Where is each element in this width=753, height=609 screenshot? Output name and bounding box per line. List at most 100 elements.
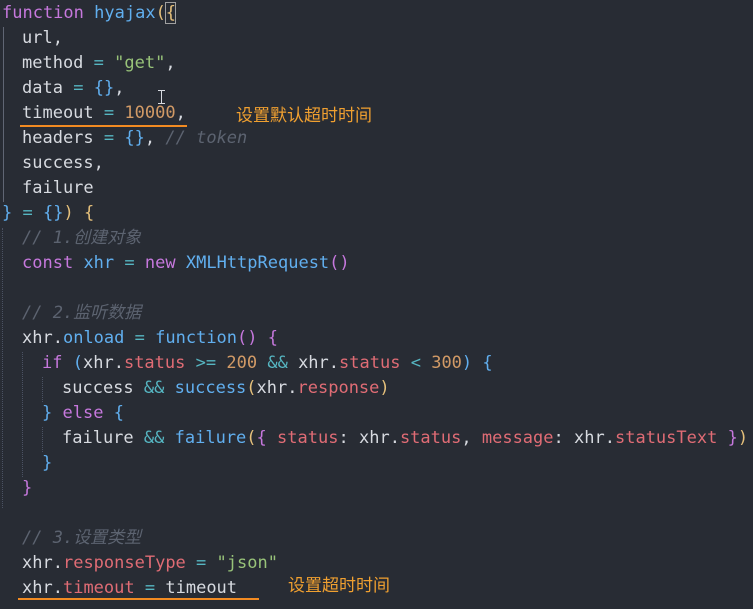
object-key: status [277,428,339,448]
bracket: { [482,353,493,373]
variable: success [62,378,134,398]
operator: = [103,128,115,148]
code-line-19: } [42,451,52,476]
bracket: ) [737,428,749,448]
operator: = [73,78,84,98]
bracket: } [42,403,53,423]
bracket: ( [246,428,257,448]
bracket: } [2,203,13,223]
keyword: new [144,253,176,273]
punct: , [461,428,472,448]
code-line-11: const xhr = new XMLHttpRequest() [22,251,350,276]
variable: failure [62,428,134,448]
property: status [339,353,401,373]
operator: < [410,353,421,373]
code-line-1: function hyajax({ [2,1,176,26]
punct: : [338,428,349,448]
code-line-22: // 3.设置类型 [22,526,141,551]
bracket-range-marker [3,27,4,202]
code-line-16: success && success(xhr.response) [62,378,390,398]
property: response [297,378,380,398]
number: 10000 [124,103,176,123]
string: "get" [114,53,166,73]
code-line-17: } else { [42,401,124,426]
class-name: XMLHttpRequest [185,253,330,273]
bracket: () [237,328,258,348]
keyword: if [42,353,63,373]
code-line-14: xhr.onload = function() { [22,326,278,351]
param: success, [22,153,104,173]
indent-guide [42,377,43,402]
code-line-13: // 2.监听数据 [22,301,141,326]
comment: // token [165,128,248,148]
code-line-10: // 1.创建对象 [22,226,141,251]
keyword: function [155,328,238,348]
operator: = [22,203,33,223]
bracket: { [83,203,95,223]
operator: = [93,53,104,73]
annotation-note: 设置默认超时时间 [236,106,372,126]
comment: // 2.监听数据 [22,303,142,323]
number: 200 [226,353,258,373]
object: xhr [22,553,53,573]
operator: && [143,378,165,398]
punct: , [144,128,156,148]
param: url, [22,28,63,48]
bracket: {} [43,203,64,223]
variable: xhr [83,253,115,273]
operator: && [267,353,288,373]
text-cursor-icon [158,90,165,104]
object: xhr [358,428,390,448]
operator: = [124,253,135,273]
keyword: function [2,3,84,23]
code-line-2: url, [22,26,63,51]
keyword: const [22,253,74,273]
property: statusText [614,428,718,448]
code-editor[interactable]: function hyajax({ url, method = "get", d… [0,0,753,609]
param: data [22,78,63,98]
code-line-15: if (xhr.status >= 200 && xhr.status < 30… [42,353,493,373]
code-line-23: xhr.responseType = "json" [22,553,278,573]
variable: timeout [165,578,238,598]
function-call: success [174,378,247,398]
number: 300 [431,353,462,373]
property: timeout [62,578,135,598]
bracket: () [329,253,350,273]
bracket: } [42,453,53,473]
bracket: { [256,428,267,448]
indent-guide [2,228,3,508]
punct: : [553,428,564,448]
annotation-underline [18,598,259,600]
object: xhr [574,428,605,448]
param: method [22,53,84,73]
bracket: ) [379,378,390,398]
bracket: ( [72,353,83,373]
code-line-8: failure [22,176,94,201]
indent-guide [42,427,43,452]
punct: , [165,53,176,73]
code-line-6: headers = {}, // token [22,126,247,151]
operator: = [103,103,115,123]
annotation-note: 设置超时时间 [288,576,390,596]
bracket: } [727,428,738,448]
bracket: ( [246,378,257,398]
punct: , [114,78,125,98]
param: failure [22,178,94,198]
bracket: {} [124,128,145,148]
comment: // 3.设置类型 [22,528,142,548]
string: "json" [216,553,278,573]
operator: = [144,578,156,598]
operator: = [196,553,207,573]
punct: , [175,103,186,123]
indent-guide [22,352,23,477]
punct: . [52,328,63,348]
property: status [399,428,462,448]
operator: && [143,428,165,448]
property: onload [62,328,125,348]
code-line-4: data = {}, [22,76,124,101]
object: xhr [298,353,329,373]
object: xhr [22,328,53,348]
bracket: { [113,403,124,423]
property: status [123,353,186,373]
object: xhr [82,353,114,373]
